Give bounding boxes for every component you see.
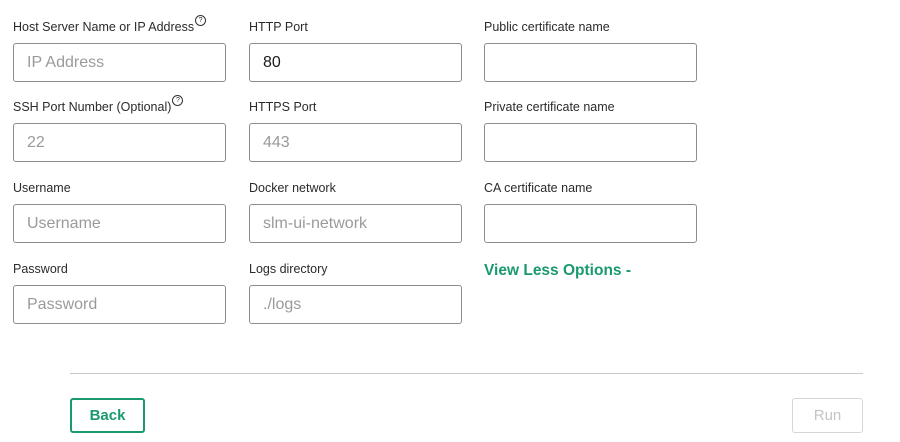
https-port-field-group: HTTPS Port <box>249 99 462 162</box>
logs-dir-label: Logs directory <box>249 262 328 276</box>
ca-cert-input[interactable] <box>484 204 697 243</box>
ca-cert-field-group: CA certificate name <box>484 180 697 243</box>
docker-network-input[interactable] <box>249 204 462 243</box>
http-port-field-group: HTTP Port <box>249 19 462 82</box>
password-field-group: Password <box>13 261 226 324</box>
view-less-options-link[interactable]: View Less Options - <box>484 262 631 280</box>
public-cert-field-group: Public certificate name <box>484 19 697 82</box>
password-label: Password <box>13 262 68 276</box>
docker-network-field-group: Docker network <box>249 180 462 243</box>
private-cert-field-group: Private certificate name <box>484 99 697 162</box>
ssh-port-field-group: SSH Port Number (Optional)? <box>13 95 226 162</box>
host-field-group: Host Server Name or IP Address? <box>13 15 226 82</box>
logs-dir-input[interactable] <box>249 285 462 324</box>
run-button[interactable]: Run <box>792 398 863 433</box>
help-icon[interactable]: ? <box>172 95 184 106</box>
host-input[interactable] <box>13 43 226 82</box>
username-label: Username <box>13 181 71 195</box>
http-port-input[interactable] <box>249 43 462 82</box>
logs-dir-field-group: Logs directory <box>249 261 462 324</box>
private-cert-label: Private certificate name <box>484 100 615 114</box>
username-input[interactable] <box>13 204 226 243</box>
public-cert-input[interactable] <box>484 43 697 82</box>
help-icon[interactable]: ? <box>195 15 207 26</box>
private-cert-input[interactable] <box>484 123 697 162</box>
footer-divider <box>70 373 863 374</box>
ssh-port-input[interactable] <box>13 123 226 162</box>
https-port-input[interactable] <box>249 123 462 162</box>
password-input[interactable] <box>13 285 226 324</box>
username-field-group: Username <box>13 180 226 243</box>
http-port-label: HTTP Port <box>249 20 308 34</box>
connection-form: Host Server Name or IP Address? HTTP Por… <box>0 0 900 340</box>
host-label: Host Server Name or IP Address? <box>13 15 226 35</box>
https-port-label: HTTPS Port <box>249 100 317 114</box>
ca-cert-label: CA certificate name <box>484 181 593 195</box>
docker-network-label: Docker network <box>249 181 336 195</box>
public-cert-label: Public certificate name <box>484 20 610 34</box>
back-button[interactable]: Back <box>70 398 145 433</box>
ssh-port-label: SSH Port Number (Optional)? <box>13 95 226 115</box>
